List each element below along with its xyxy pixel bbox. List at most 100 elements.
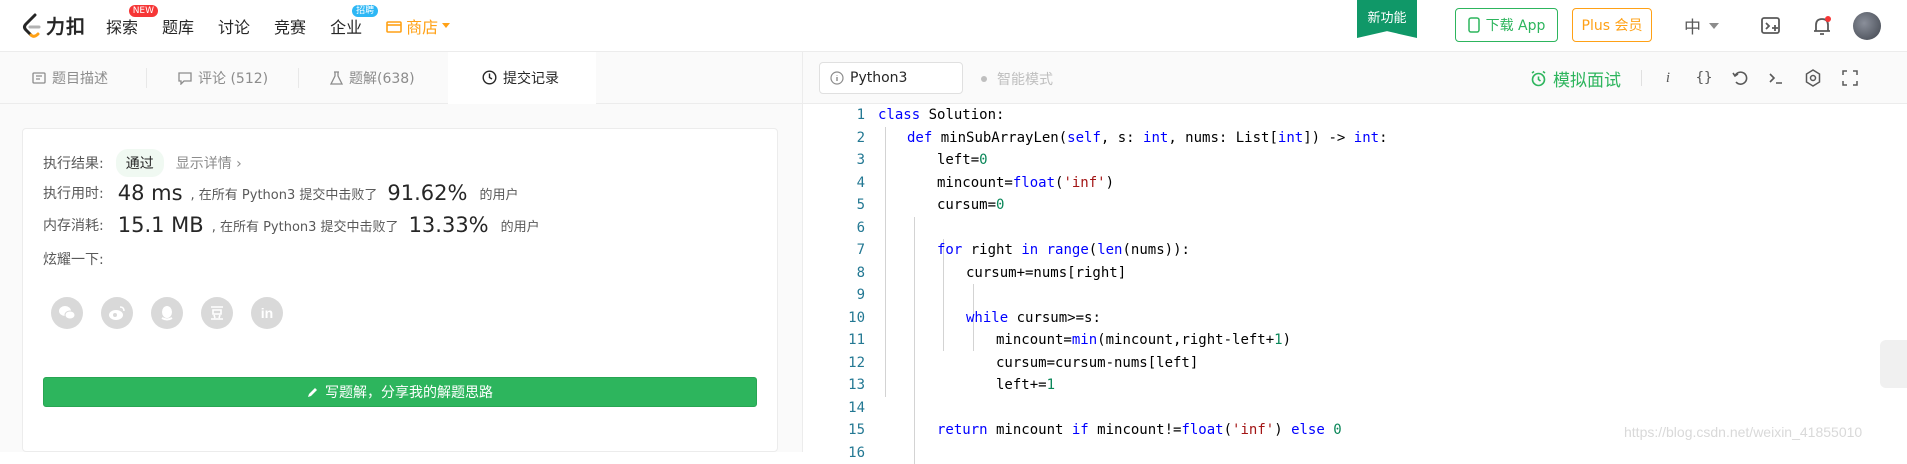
share-label: 炫耀一下:	[43, 249, 104, 269]
tab-label: 评论 (512)	[198, 68, 268, 88]
submission-panel: 执行结果: 通过 显示详情 › 执行用时: 48 ms , 在所有 Python…	[0, 104, 802, 452]
line-number: 4	[841, 172, 865, 195]
comment-icon	[178, 72, 192, 85]
plus-member-label: Plus 会员	[1582, 15, 1643, 35]
line-number: 12	[841, 352, 865, 375]
nav-item-contest[interactable]: 竞赛	[274, 14, 306, 38]
tab-label: 题解(638)	[349, 68, 415, 88]
chevron-down-icon	[442, 23, 450, 29]
braces-icon[interactable]: {}	[1694, 68, 1714, 88]
tab-solutions[interactable]: 题解(638)	[330, 52, 415, 104]
description-tab-bar: 题目描述 评论 (512) 题解(638) 提交记录	[0, 52, 802, 104]
plus-member-button[interactable]: Plus 会员	[1572, 8, 1652, 42]
linkedin-icon[interactable]: in	[251, 297, 283, 329]
leetcode-logo[interactable]: 力扣	[22, 12, 86, 39]
user-avatar[interactable]	[1853, 12, 1881, 40]
runtime-percent: 91.62%	[387, 181, 467, 205]
write-solution-button[interactable]: 写题解，分享我的解题思路	[43, 377, 757, 407]
reset-icon[interactable]	[1730, 68, 1750, 88]
memory-percent: 13.33%	[409, 213, 489, 237]
settings-gear-icon[interactable]	[1803, 68, 1823, 88]
nav-item-explore[interactable]: 探索 NEW	[106, 14, 138, 38]
mock-interview-button[interactable]: 模拟面试	[1530, 66, 1621, 91]
phone-icon	[1468, 17, 1480, 33]
line-number: 7	[841, 239, 865, 262]
new-feature-ribbon[interactable]: 新功能	[1357, 0, 1417, 38]
runtime-value: 48 ms	[118, 181, 183, 205]
new-feature-label: 新功能	[1367, 11, 1406, 26]
weibo-icon[interactable]	[101, 297, 133, 329]
recruit-badge: 招聘	[352, 5, 378, 17]
line-number: 14	[841, 397, 865, 420]
main-nav: 探索 NEW 题库 讨论 竞赛 企业 招聘 商店	[106, 14, 474, 38]
memory-label: 内存消耗:	[43, 215, 104, 235]
line-number: 13	[841, 374, 865, 397]
feedback-float-tab[interactable]	[1880, 340, 1907, 388]
fullscreen-icon[interactable]	[1840, 68, 1860, 88]
store-icon	[386, 19, 402, 33]
tab-comments[interactable]: 评论 (512)	[178, 52, 268, 104]
console-icon[interactable]	[1766, 68, 1786, 88]
nav-item-label: 讨论	[218, 18, 250, 37]
indent-guide	[914, 217, 915, 464]
line-number: 9	[841, 284, 865, 307]
runtime-users-text: 的用户	[479, 184, 518, 203]
memory-users-text: 的用户	[501, 216, 540, 235]
language-select[interactable]: Python3	[819, 62, 963, 94]
show-details-link[interactable]: 显示详情 ›	[176, 153, 242, 173]
tab-description[interactable]: 题目描述	[32, 52, 108, 104]
nav-item-label: 商店	[406, 14, 438, 38]
share-icons: in	[51, 297, 283, 329]
runtime-beat-text: , 在所有 Python3 提交中击败了	[191, 184, 378, 203]
tab-divider	[298, 68, 299, 88]
line-number: 3	[841, 149, 865, 172]
playground-icon[interactable]	[1759, 14, 1783, 38]
flask-icon	[330, 71, 343, 85]
language-label: 中	[1684, 13, 1701, 38]
line-number: 16	[841, 442, 865, 464]
alarm-clock-icon	[1530, 70, 1547, 87]
qq-icon[interactable]	[151, 297, 183, 329]
mock-interview-label: 模拟面试	[1553, 66, 1621, 91]
info-italic-icon[interactable]: i	[1658, 68, 1678, 88]
runtime-row: 执行用时: 48 ms , 在所有 Python3 提交中击败了 91.62% …	[43, 181, 518, 205]
new-badge: NEW	[129, 5, 158, 17]
submission-result-card: 执行结果: 通过 显示详情 › 执行用时: 48 ms , 在所有 Python…	[22, 128, 778, 452]
nav-item-label: 题库	[162, 18, 194, 37]
nav-item-store[interactable]: 商店	[386, 14, 450, 38]
tab-label: 提交记录	[503, 68, 559, 88]
download-app-button[interactable]: 下载 App	[1455, 8, 1558, 42]
douban-icon[interactable]	[201, 297, 233, 329]
download-app-label: 下载 App	[1486, 15, 1546, 35]
watermark-text: https://blog.csdn.net/weixin_41855010	[1624, 424, 1862, 440]
smart-mode-label: 智能模式	[997, 69, 1053, 89]
editor-toolbar: Python3 智能模式 模拟面试 i {}	[803, 52, 1907, 104]
chevron-down-icon	[1709, 23, 1719, 29]
line-number: 6	[841, 217, 865, 240]
notification-bell-icon[interactable]	[1810, 14, 1834, 38]
nav-item-discuss[interactable]: 讨论	[218, 14, 250, 38]
memory-row: 内存消耗: 15.1 MB , 在所有 Python3 提交中击败了 13.33…	[43, 213, 540, 237]
line-number: 8	[841, 262, 865, 285]
line-number: 10	[841, 307, 865, 330]
wechat-icon[interactable]	[51, 297, 83, 329]
write-solution-label: 写题解，分享我的解题思路	[325, 382, 493, 402]
nav-item-enterprise[interactable]: 企业 招聘	[330, 14, 362, 38]
nav-item-label: 探索	[106, 18, 138, 37]
language-switcher[interactable]: 中	[1684, 13, 1719, 38]
indent-guide	[885, 127, 886, 397]
logo-text: 力扣	[46, 12, 86, 39]
nav-item-label: 竞赛	[274, 18, 306, 37]
code-editor[interactable]: 1class Solution: 2def minSubArrayLen(sel…	[803, 104, 1907, 452]
clock-icon	[482, 70, 497, 85]
smart-mode-dot-icon	[981, 76, 987, 82]
selected-language: Python3	[850, 70, 907, 86]
share-label-row: 炫耀一下:	[43, 249, 104, 269]
nav-item-problemset[interactable]: 题库	[162, 14, 194, 38]
info-icon	[830, 71, 844, 85]
smart-mode-toggle[interactable]: 智能模式	[981, 69, 1053, 89]
pencil-icon	[307, 386, 319, 398]
tab-submissions[interactable]: 提交记录	[448, 52, 596, 104]
tab-divider	[146, 68, 147, 88]
nav-item-label: 企业	[330, 18, 362, 37]
